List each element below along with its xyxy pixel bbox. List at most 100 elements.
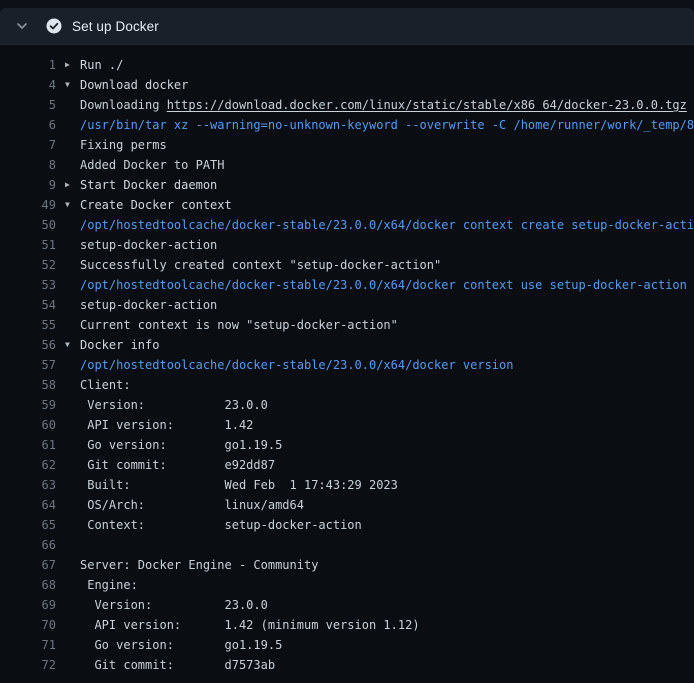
log-text: Download docker bbox=[80, 75, 188, 95]
indent-spacer bbox=[56, 155, 80, 175]
indent-spacer bbox=[56, 555, 80, 575]
line-number[interactable]: 65 bbox=[0, 515, 56, 535]
log-line: 66 bbox=[0, 535, 694, 555]
indent-spacer bbox=[56, 295, 80, 315]
line-number[interactable]: 50 bbox=[0, 215, 56, 235]
log-line: 62 Git commit: e92dd87 bbox=[0, 455, 694, 475]
line-number[interactable]: 68 bbox=[0, 575, 56, 595]
log-text: Server: Docker Engine - Community bbox=[80, 555, 318, 575]
indent-spacer bbox=[56, 375, 80, 395]
log-line: 53/opt/hostedtoolcache/docker-stable/23.… bbox=[0, 275, 694, 295]
line-number[interactable]: 72 bbox=[0, 655, 56, 675]
line-number[interactable]: 5 bbox=[0, 95, 56, 115]
line-number[interactable]: 67 bbox=[0, 555, 56, 575]
indent-spacer bbox=[56, 115, 80, 135]
log-text: Downloading bbox=[80, 98, 167, 112]
log-line: 6/usr/bin/tar xz --warning=no-unknown-ke… bbox=[0, 115, 694, 135]
log-line: 58Client: bbox=[0, 375, 694, 395]
log-text: Create Docker context bbox=[80, 195, 232, 215]
line-number[interactable]: 66 bbox=[0, 535, 56, 555]
indent-spacer bbox=[56, 395, 80, 415]
line-number[interactable]: 71 bbox=[0, 635, 56, 655]
log-group-line[interactable]: 1▶Run ./ bbox=[0, 55, 694, 75]
log-lines: 1▶Run ./4▼Download docker5Downloading ht… bbox=[0, 55, 694, 675]
log-line: 65 Context: setup-docker-action bbox=[0, 515, 694, 535]
collapse-group-icon[interactable]: ▼ bbox=[56, 75, 80, 95]
indent-spacer bbox=[56, 535, 80, 555]
line-number[interactable]: 70 bbox=[0, 615, 56, 635]
step-header[interactable]: Set up Docker bbox=[0, 8, 694, 45]
log-line: 61 Go version: go1.19.5 bbox=[0, 435, 694, 455]
log-text: Docker info bbox=[80, 335, 159, 355]
line-number[interactable]: 59 bbox=[0, 395, 56, 415]
line-number[interactable]: 1 bbox=[0, 55, 56, 75]
line-number[interactable]: 6 bbox=[0, 115, 56, 135]
log-group-line[interactable]: 9▶Start Docker daemon bbox=[0, 175, 694, 195]
log-line: 60 API version: 1.42 bbox=[0, 415, 694, 435]
step-title: Set up Docker bbox=[72, 19, 159, 34]
indent-spacer bbox=[56, 595, 80, 615]
line-number[interactable]: 7 bbox=[0, 135, 56, 155]
line-number[interactable]: 4 bbox=[0, 75, 56, 95]
line-number[interactable]: 51 bbox=[0, 235, 56, 255]
indent-spacer bbox=[56, 215, 80, 235]
line-number[interactable]: 57 bbox=[0, 355, 56, 375]
log-line: 7 Fixing perms bbox=[0, 135, 694, 155]
line-number[interactable]: 58 bbox=[0, 375, 56, 395]
log-line: 67 Server: Docker Engine - Community bbox=[0, 555, 694, 575]
indent-spacer bbox=[56, 455, 80, 475]
log-group-line[interactable]: 56▼Docker info bbox=[0, 335, 694, 355]
indent-spacer bbox=[56, 275, 80, 295]
log-line: 68 Engine: bbox=[0, 575, 694, 595]
indent-spacer bbox=[56, 515, 80, 535]
log-text: Context: setup-docker-action bbox=[80, 515, 362, 535]
line-number[interactable]: 56 bbox=[0, 335, 56, 355]
line-number[interactable]: 49 bbox=[0, 195, 56, 215]
collapse-group-icon[interactable]: ▼ bbox=[56, 195, 80, 215]
line-number[interactable]: 64 bbox=[0, 495, 56, 515]
line-number[interactable]: 61 bbox=[0, 435, 56, 455]
log-text: Run ./ bbox=[80, 55, 123, 75]
log-line: 55 Current context is now "setup-docker-a… bbox=[0, 315, 694, 335]
log-text: Start Docker daemon bbox=[80, 175, 217, 195]
chevron-down-icon[interactable] bbox=[14, 18, 30, 34]
log-group-line[interactable]: 49▼Create Docker context bbox=[0, 195, 694, 215]
log-text: setup-docker-action bbox=[80, 235, 217, 255]
collapse-group-icon[interactable]: ▼ bbox=[56, 335, 80, 355]
download-url-link[interactable]: https://download.docker.com/linux/static… bbox=[167, 98, 687, 112]
expand-group-icon[interactable]: ▶ bbox=[56, 175, 80, 195]
log-text: /opt/hostedtoolcache/docker-stable/23.0.… bbox=[80, 215, 694, 235]
indent-spacer bbox=[56, 315, 80, 335]
log-text: OS/Arch: linux/amd64 bbox=[80, 495, 304, 515]
log-text: Added Docker to PATH bbox=[80, 155, 225, 175]
line-number[interactable]: 54 bbox=[0, 295, 56, 315]
actions-log-page: Set up Docker 1▶Run ./4▼Download docker5… bbox=[0, 0, 694, 683]
log-text: Go version: go1.19.5 bbox=[80, 635, 282, 655]
log-line: 51 setup-docker-action bbox=[0, 235, 694, 255]
log-line: 8 Added Docker to PATH bbox=[0, 155, 694, 175]
line-number[interactable]: 55 bbox=[0, 315, 56, 335]
log-text: setup-docker-action bbox=[80, 295, 217, 315]
line-number[interactable]: 9 bbox=[0, 175, 56, 195]
log-text: Git commit: e92dd87 bbox=[80, 455, 275, 475]
expand-group-icon[interactable]: ▶ bbox=[56, 55, 80, 75]
line-number[interactable]: 8 bbox=[0, 155, 56, 175]
log-text: Fixing perms bbox=[80, 135, 167, 155]
line-number[interactable]: 62 bbox=[0, 455, 56, 475]
indent-spacer bbox=[56, 495, 80, 515]
log-line: 52 Successfully created context "setup-do… bbox=[0, 255, 694, 275]
line-number[interactable]: 60 bbox=[0, 415, 56, 435]
line-number[interactable]: 52 bbox=[0, 255, 56, 275]
check-circle-icon bbox=[46, 18, 62, 34]
log-group-line[interactable]: 4▼Download docker bbox=[0, 75, 694, 95]
log-text: Version: 23.0.0 bbox=[80, 595, 268, 615]
log-text: API version: 1.42 (minimum version 1.12) bbox=[80, 615, 420, 635]
line-number[interactable]: 53 bbox=[0, 275, 56, 295]
log-text: Successfully created context "setup-dock… bbox=[80, 255, 441, 275]
line-number[interactable]: 63 bbox=[0, 475, 56, 495]
log-text: Current context is now "setup-docker-act… bbox=[80, 315, 398, 335]
line-number[interactable]: 69 bbox=[0, 595, 56, 615]
indent-spacer bbox=[56, 235, 80, 255]
indent-spacer bbox=[56, 255, 80, 275]
log-text: Version: 23.0.0 bbox=[80, 395, 268, 415]
